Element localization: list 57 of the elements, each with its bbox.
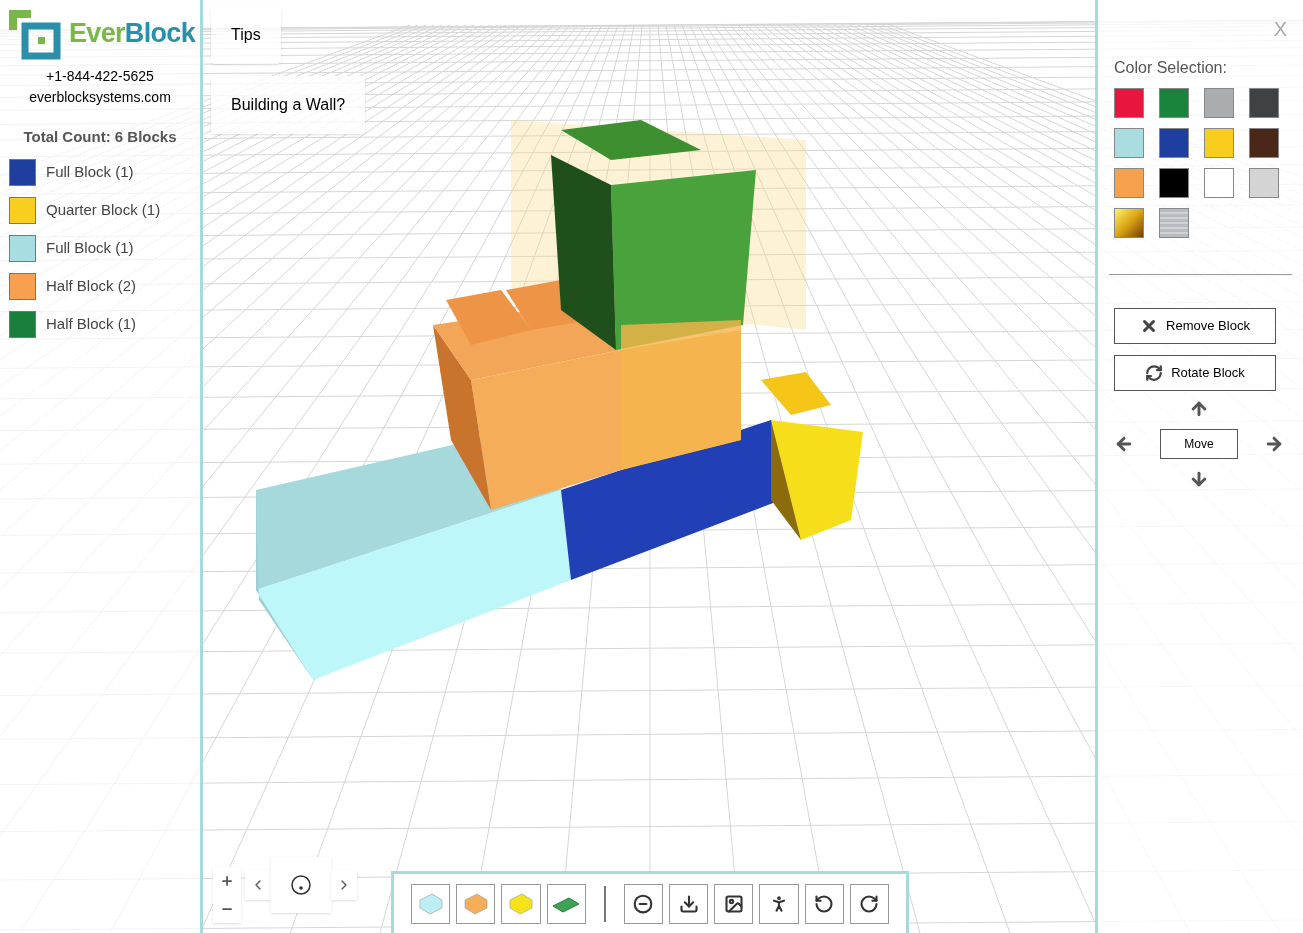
- color-swatch-button[interactable]: [1159, 208, 1189, 238]
- block-type-button[interactable]: [456, 883, 496, 924]
- undo-icon: [814, 893, 835, 914]
- color-swatch-button[interactable]: [1249, 128, 1279, 158]
- move-label: Move: [1160, 429, 1238, 459]
- legend-label: Half Block (2): [46, 275, 137, 296]
- color-swatch-button[interactable]: [1159, 128, 1189, 158]
- legend-label: Full Block (1): [46, 237, 134, 258]
- minus-circle-icon: [633, 893, 654, 914]
- move-down-button[interactable]: [1189, 469, 1209, 489]
- block-type-button[interactable]: [501, 883, 541, 924]
- refresh-icon: [1145, 364, 1164, 382]
- logo-text: EverBlock: [69, 19, 195, 47]
- rotate-block-button[interactable]: Rotate Block: [1114, 355, 1276, 391]
- pan-left-button[interactable]: [245, 870, 271, 900]
- tip-button[interactable]: Building a Wall?: [211, 76, 366, 134]
- redo-button[interactable]: [849, 883, 889, 924]
- redo-icon: [859, 893, 880, 914]
- phone-number: +1-844-422-5625: [46, 67, 154, 86]
- remove-icon-button[interactable]: [623, 883, 663, 924]
- color-selection-title: Color Selection:: [1114, 58, 1228, 78]
- reset-view-button[interactable]: [271, 857, 331, 913]
- pan-right-button[interactable]: [331, 870, 357, 900]
- block-type-button[interactable]: [546, 883, 586, 924]
- download-button[interactable]: [668, 883, 709, 924]
- move-left-button[interactable]: [1114, 434, 1134, 454]
- arrow-up-icon: [1189, 399, 1209, 419]
- color-swatch-button[interactable]: [1204, 88, 1234, 118]
- color-swatch-button[interactable]: [1159, 168, 1189, 198]
- move-right-button[interactable]: [1264, 434, 1284, 454]
- total-count: Total Count: 6 Blocks: [23, 127, 177, 147]
- color-swatch-button[interactable]: [1249, 88, 1279, 118]
- plus-icon: [220, 874, 234, 888]
- person-view-button[interactable]: [759, 883, 799, 924]
- undo-button[interactable]: [804, 883, 844, 924]
- legend-label: Half Block (1): [46, 313, 137, 334]
- color-swatch-button[interactable]: [1114, 128, 1144, 158]
- tip-button[interactable]: Tips: [211, 6, 281, 64]
- legend-label: Quarter Block (1): [46, 199, 161, 220]
- circle-dot-icon: [290, 874, 312, 896]
- color-swatch-button[interactable]: [1249, 168, 1279, 198]
- color-swatch-button[interactable]: [1114, 168, 1144, 198]
- color-swatch-button[interactable]: [1114, 208, 1144, 238]
- image-button[interactable]: [714, 883, 754, 924]
- website-link[interactable]: everblocksystems.com: [29, 87, 171, 108]
- color-swatch-button[interactable]: [1114, 88, 1144, 118]
- block-type-button[interactable]: [411, 883, 451, 924]
- color-swatch-button[interactable]: [1204, 128, 1234, 158]
- remove-block-button[interactable]: Remove Block: [1114, 308, 1276, 344]
- image-icon: [723, 893, 744, 914]
- move-up-button[interactable]: [1189, 399, 1209, 419]
- legend-label: Full Block (1): [46, 161, 134, 182]
- color-swatch-button[interactable]: [1204, 168, 1234, 198]
- brick-icon: [506, 891, 536, 916]
- download-icon: [678, 893, 699, 914]
- arrow-down-icon: [1189, 469, 1209, 489]
- color-swatch-button[interactable]: [1159, 88, 1189, 118]
